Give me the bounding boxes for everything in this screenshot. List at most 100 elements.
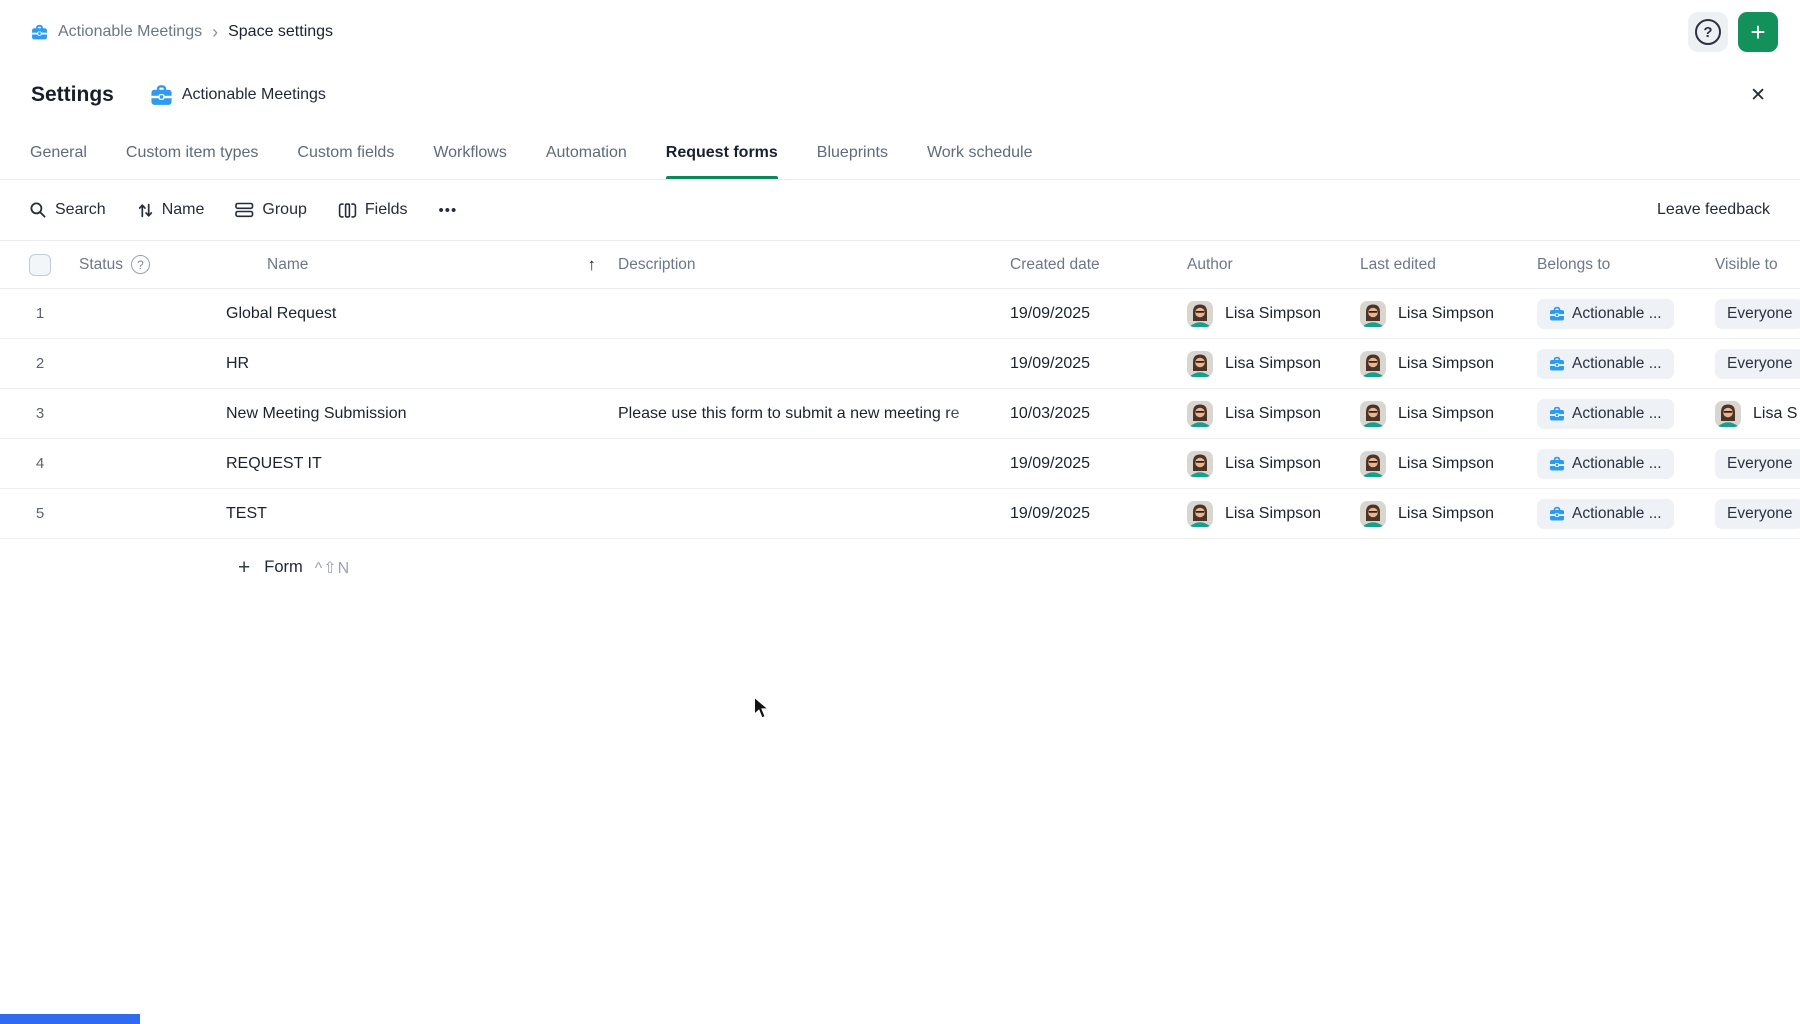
tab-custom-item-types[interactable]: Custom item types: [126, 126, 258, 179]
avatar: [1187, 451, 1213, 477]
sort-label: Name: [162, 201, 205, 219]
select-all-checkbox[interactable]: [29, 254, 51, 276]
group-label: Group: [262, 201, 306, 219]
help-button[interactable]: ?: [1688, 12, 1728, 52]
avatar: [1360, 501, 1386, 527]
sort-ascending-icon[interactable]: ↑: [588, 255, 597, 275]
briefcase-icon: [1549, 406, 1565, 422]
belongs-to-chip[interactable]: Actionable ...: [1537, 449, 1674, 479]
more-options-button[interactable]: •••: [439, 202, 458, 219]
tab-blueprints[interactable]: Blueprints: [817, 126, 888, 179]
avatar: [1187, 351, 1213, 377]
col-belongs-to[interactable]: Belongs to: [1537, 256, 1610, 274]
form-name[interactable]: REQUEST IT: [210, 455, 610, 473]
briefcase-icon: [31, 24, 48, 41]
plus-icon: +: [238, 557, 250, 578]
col-visible-to[interactable]: Visible to: [1715, 256, 1778, 274]
question-icon: ?: [1695, 19, 1721, 45]
page-title: Settings: [31, 83, 114, 107]
group-icon: [235, 202, 254, 218]
form-name[interactable]: TEST: [210, 505, 610, 523]
space-name: Actionable Meetings: [182, 86, 326, 104]
sort-arrows-icon: [137, 202, 154, 219]
tab-request-forms[interactable]: Request forms: [666, 126, 778, 179]
created-date: 10/03/2025: [1000, 405, 1165, 423]
settings-header: Settings Actionable Meetings ✕: [0, 64, 1800, 126]
avatar: [1360, 401, 1386, 427]
form-name[interactable]: New Meeting Submission: [210, 405, 610, 423]
author-name: Lisa Simpson: [1225, 305, 1321, 323]
fields-icon: [338, 202, 357, 219]
created-date: 19/09/2025: [1000, 355, 1165, 373]
breadcrumb: Actionable Meetings › Space settings: [31, 23, 333, 41]
col-created-date[interactable]: Created date: [1010, 256, 1100, 274]
visible-to-chip[interactable]: Everyone: [1715, 299, 1800, 329]
keyboard-shortcut: ^⇧N: [315, 558, 350, 578]
form-name[interactable]: HR: [210, 355, 610, 373]
request-forms-table: Status ? Name ↑ Description Created date…: [0, 240, 1800, 539]
leave-feedback-link[interactable]: Leave feedback: [1657, 201, 1770, 219]
ellipsis-icon: •••: [439, 202, 458, 219]
last-edited-name: Lisa Simpson: [1398, 505, 1494, 523]
visible-to-chip[interactable]: Everyone: [1715, 499, 1800, 529]
table-row: 2 HR 19/09/2025 Lisa Simpson Lisa Simpso…: [0, 339, 1800, 389]
last-edited-name: Lisa Simpson: [1398, 355, 1494, 373]
list-toolbar: Search Name Group Fields ••• Leave feedb…: [0, 180, 1800, 240]
author-name: Lisa Simpson: [1225, 455, 1321, 473]
visible-to-chip[interactable]: Everyone: [1715, 349, 1800, 379]
fields-label: Fields: [365, 201, 408, 219]
breadcrumb-space-link[interactable]: Actionable Meetings: [31, 23, 202, 41]
belongs-to-chip[interactable]: Actionable ...: [1537, 299, 1674, 329]
tab-automation[interactable]: Automation: [546, 126, 627, 179]
avatar: [1187, 401, 1213, 427]
global-add-button[interactable]: +: [1738, 12, 1778, 52]
tab-general[interactable]: General: [30, 126, 87, 179]
breadcrumb-space-label[interactable]: Actionable Meetings: [58, 23, 202, 41]
top-bar: Actionable Meetings › Space settings ? +: [0, 0, 1800, 64]
form-name[interactable]: Global Request: [210, 305, 610, 323]
visible-to-person[interactable]: Lisa S: [1715, 401, 1800, 427]
add-form-button[interactable]: + Form: [238, 557, 303, 578]
avatar: [1360, 301, 1386, 327]
status-help-icon[interactable]: ?: [131, 255, 150, 274]
briefcase-icon: [150, 84, 173, 107]
last-edited-name: Lisa Simpson: [1398, 455, 1494, 473]
col-last-edited[interactable]: Last edited: [1360, 256, 1436, 274]
col-author[interactable]: Author: [1187, 256, 1233, 274]
col-status[interactable]: Status: [79, 256, 123, 274]
search-icon: [29, 201, 47, 219]
avatar: [1360, 451, 1386, 477]
search-button[interactable]: Search: [29, 201, 106, 219]
tab-custom-fields[interactable]: Custom fields: [297, 126, 394, 179]
close-icon[interactable]: ✕: [1744, 78, 1772, 113]
breadcrumb-current-page: Space settings: [228, 23, 333, 41]
avatar: [1187, 301, 1213, 327]
table-row: 3 New Meeting Submission Please use this…: [0, 389, 1800, 439]
avatar: [1360, 351, 1386, 377]
author-name: Lisa Simpson: [1225, 355, 1321, 373]
avatar: [1187, 501, 1213, 527]
search-label: Search: [55, 201, 106, 219]
col-description[interactable]: Description: [618, 256, 696, 274]
col-name[interactable]: Name: [267, 256, 308, 274]
last-edited-name: Lisa Simpson: [1398, 405, 1494, 423]
briefcase-icon: [1549, 356, 1565, 372]
breadcrumb-separator: ›: [212, 23, 218, 41]
visible-to-chip[interactable]: Everyone: [1715, 449, 1800, 479]
belongs-to-chip[interactable]: Actionable ...: [1537, 499, 1674, 529]
table-row: 1 Global Request 19/09/2025 Lisa Simpson…: [0, 289, 1800, 339]
tab-work-schedule[interactable]: Work schedule: [927, 126, 1033, 179]
avatar: [1715, 401, 1741, 427]
belongs-to-chip[interactable]: Actionable ...: [1537, 349, 1674, 379]
fields-button[interactable]: Fields: [338, 201, 408, 219]
sort-button[interactable]: Name: [137, 201, 205, 219]
created-date: 19/09/2025: [1000, 305, 1165, 323]
briefcase-icon: [1549, 456, 1565, 472]
group-button[interactable]: Group: [235, 201, 306, 219]
settings-tabs: General Custom item types Custom fields …: [0, 126, 1800, 180]
tab-workflows[interactable]: Workflows: [433, 126, 507, 179]
created-date: 19/09/2025: [1000, 505, 1165, 523]
table-header-row: Status ? Name ↑ Description Created date…: [0, 240, 1800, 289]
form-description: Please use this form to submit a new mee…: [610, 405, 1000, 423]
belongs-to-chip[interactable]: Actionable ...: [1537, 399, 1674, 429]
